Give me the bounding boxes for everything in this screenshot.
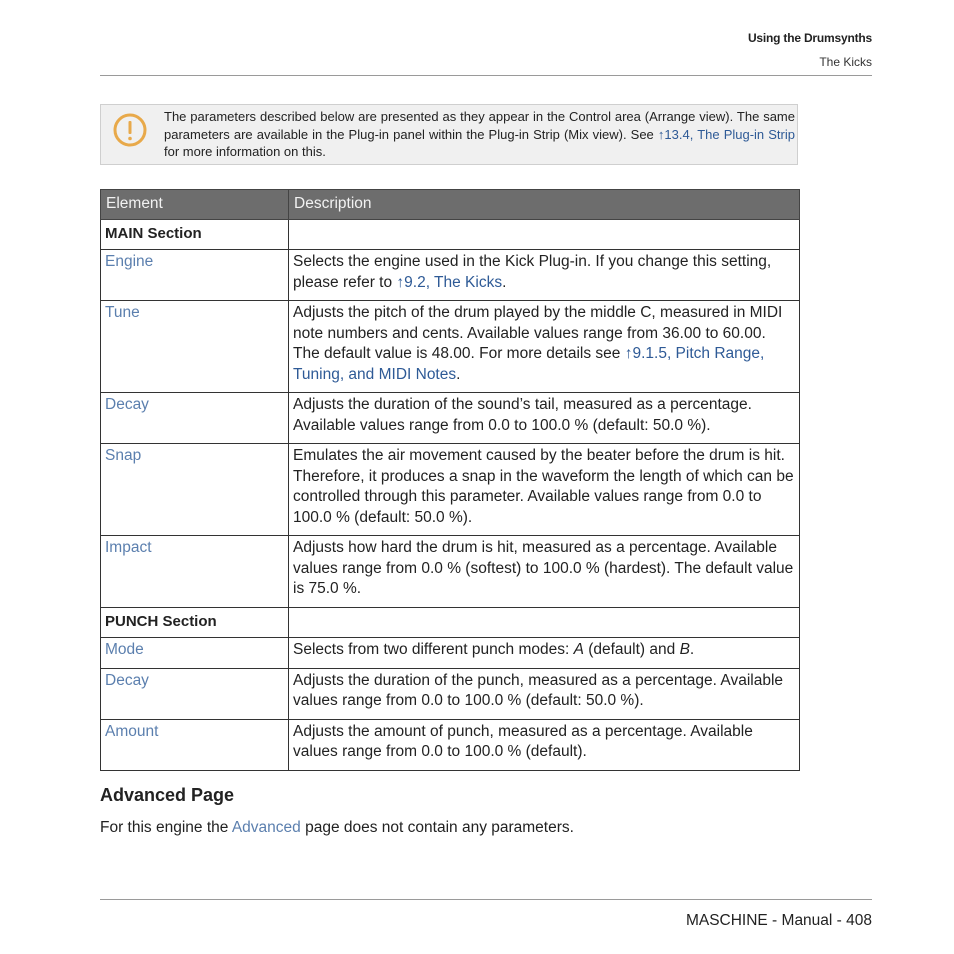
note-text: The parameters described below are prese… (164, 108, 795, 161)
section-empty (288, 606, 800, 638)
advanced-page-text: For this engine the Advanced page does n… (100, 819, 574, 837)
section-label: MAIN Section (100, 218, 289, 250)
advanced-page-heading: Advanced Page (100, 785, 235, 805)
section-label: PUNCH Section (100, 606, 289, 638)
table-row: Decay Adjusts the duration of the punch,… (100, 667, 800, 720)
description-text: Selects from two different punch modes: (293, 641, 574, 658)
element-snap-link[interactable]: Snap (105, 447, 141, 464)
advanced-text-start: For this engine the (100, 819, 232, 836)
element-punch-decay-link[interactable]: Decay (105, 672, 149, 689)
description-punct: . (689, 641, 695, 658)
element-tune-link[interactable]: Tune (105, 304, 140, 321)
description-cell: Emulates the air movement caused by the … (288, 443, 800, 536)
description-cell: Adjusts the duration of the sound’s tail… (288, 392, 800, 444)
exclamation-circle-icon (113, 113, 147, 147)
description-cell: Selects the engine used in the Kick Plug… (288, 249, 800, 301)
description-punct: . (502, 273, 507, 291)
table-header-row: Element Description (100, 189, 800, 220)
description-cell: Selects from two different punch modes: … (288, 637, 800, 669)
header-divider (100, 75, 872, 76)
footer-divider (100, 899, 872, 900)
table-row: Amount Adjusts the amount of punch, meas… (100, 718, 800, 771)
section-row-punch: PUNCH Section (100, 606, 800, 638)
element-mode-link[interactable]: Mode (105, 641, 144, 658)
table-row: Mode Selects from two different punch mo… (100, 637, 800, 669)
table-row: Tune Adjusts the pitch of the drum playe… (100, 300, 800, 393)
mode-option-a: A (573, 641, 584, 658)
parameters-table: Element Description MAIN Section Engine … (100, 189, 800, 771)
chapter-title: Using the Drumsynths (747, 31, 872, 45)
the-kicks-link[interactable]: ↑9.2, The Kicks (396, 274, 502, 291)
element-engine-link[interactable]: Engine (105, 253, 153, 270)
description-text: (default) and (583, 641, 680, 658)
table-row: Engine Selects the engine used in the Ki… (100, 249, 800, 301)
header-element: Element (100, 189, 289, 220)
note-text-tail: for more information on this. (164, 144, 326, 159)
plug-in-strip-link[interactable]: ↑13.4, The Plug-in Strip (658, 127, 795, 142)
table-row: Snap Emulates the air movement caused by… (100, 443, 800, 536)
element-amount-link[interactable]: Amount (105, 723, 158, 740)
table-row: Impact Adjusts how hard the drum is hit,… (100, 535, 800, 608)
mode-option-b: B (679, 641, 690, 658)
advanced-link[interactable]: Advanced (232, 819, 301, 836)
note-box: The parameters described below are prese… (100, 104, 798, 165)
table-row: Decay Adjusts the duration of the sound’… (100, 392, 800, 444)
description-cell: Adjusts how hard the drum is hit, measur… (288, 535, 800, 608)
description-cell: Adjusts the duration of the punch, measu… (288, 667, 800, 720)
description-cell: Adjusts the pitch of the drum played by … (288, 300, 800, 393)
element-impact-link[interactable]: Impact (105, 539, 152, 556)
description-text: Selects the engine used in the Kick Plug… (293, 253, 772, 291)
section-row-main: MAIN Section (100, 218, 800, 250)
description-punct: . (456, 365, 461, 383)
section-empty (288, 218, 800, 250)
section-title: The Kicks (819, 55, 872, 69)
header-description: Description (288, 189, 800, 220)
page-footer: MASCHINE - Manual - 408 (685, 912, 872, 929)
advanced-text-end: page does not contain any parameters. (300, 819, 574, 836)
element-decay-link[interactable]: Decay (105, 396, 149, 413)
description-cell: Adjusts the amount of punch, measured as… (288, 718, 800, 771)
